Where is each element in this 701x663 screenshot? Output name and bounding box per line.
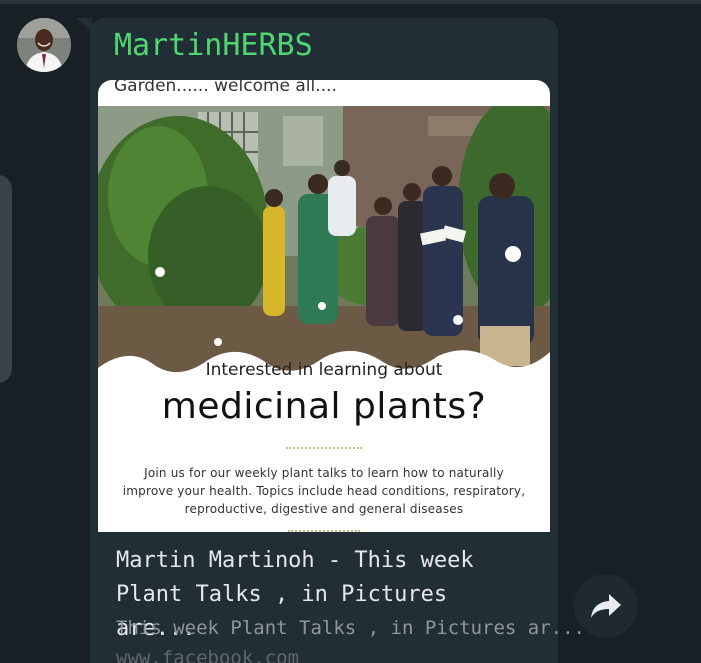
top-divider	[0, 0, 701, 4]
image-caption-top: Garden...... welcome all....	[114, 80, 337, 96]
body-line: Join us for our weekly plant talks to le…	[144, 466, 504, 480]
body-line: improve your health. Topics include head…	[122, 484, 526, 498]
garden-photo	[98, 106, 550, 396]
link-preview-image[interactable]: Garden...... welcome all.... Interested …	[98, 80, 550, 532]
decorative-divider	[288, 530, 360, 532]
headline-small: Interested in learning about	[205, 360, 443, 380]
body-line: reproductive, digestive and general dise…	[184, 502, 464, 516]
sender-name[interactable]: MartinHERBS	[114, 28, 313, 63]
image-body-text: Join us for our weekly plant talks to le…	[112, 464, 536, 518]
headline-large: medicinal plants?	[161, 386, 487, 427]
side-panel-edge	[0, 175, 12, 383]
link-preview-domain[interactable]: www.facebook.com	[116, 647, 299, 663]
decorative-divider	[286, 447, 362, 449]
link-preview-description[interactable]: This week Plant Talks , in Pictures ar..…	[116, 617, 585, 639]
share-forward-icon	[591, 594, 621, 618]
sender-avatar[interactable]	[17, 18, 71, 72]
link-title-line: Martin Martinoh - This week	[116, 548, 474, 573]
chat-view: MartinHERBS Garden...... welcome all....	[0, 0, 701, 663]
forward-button[interactable]	[574, 574, 638, 638]
